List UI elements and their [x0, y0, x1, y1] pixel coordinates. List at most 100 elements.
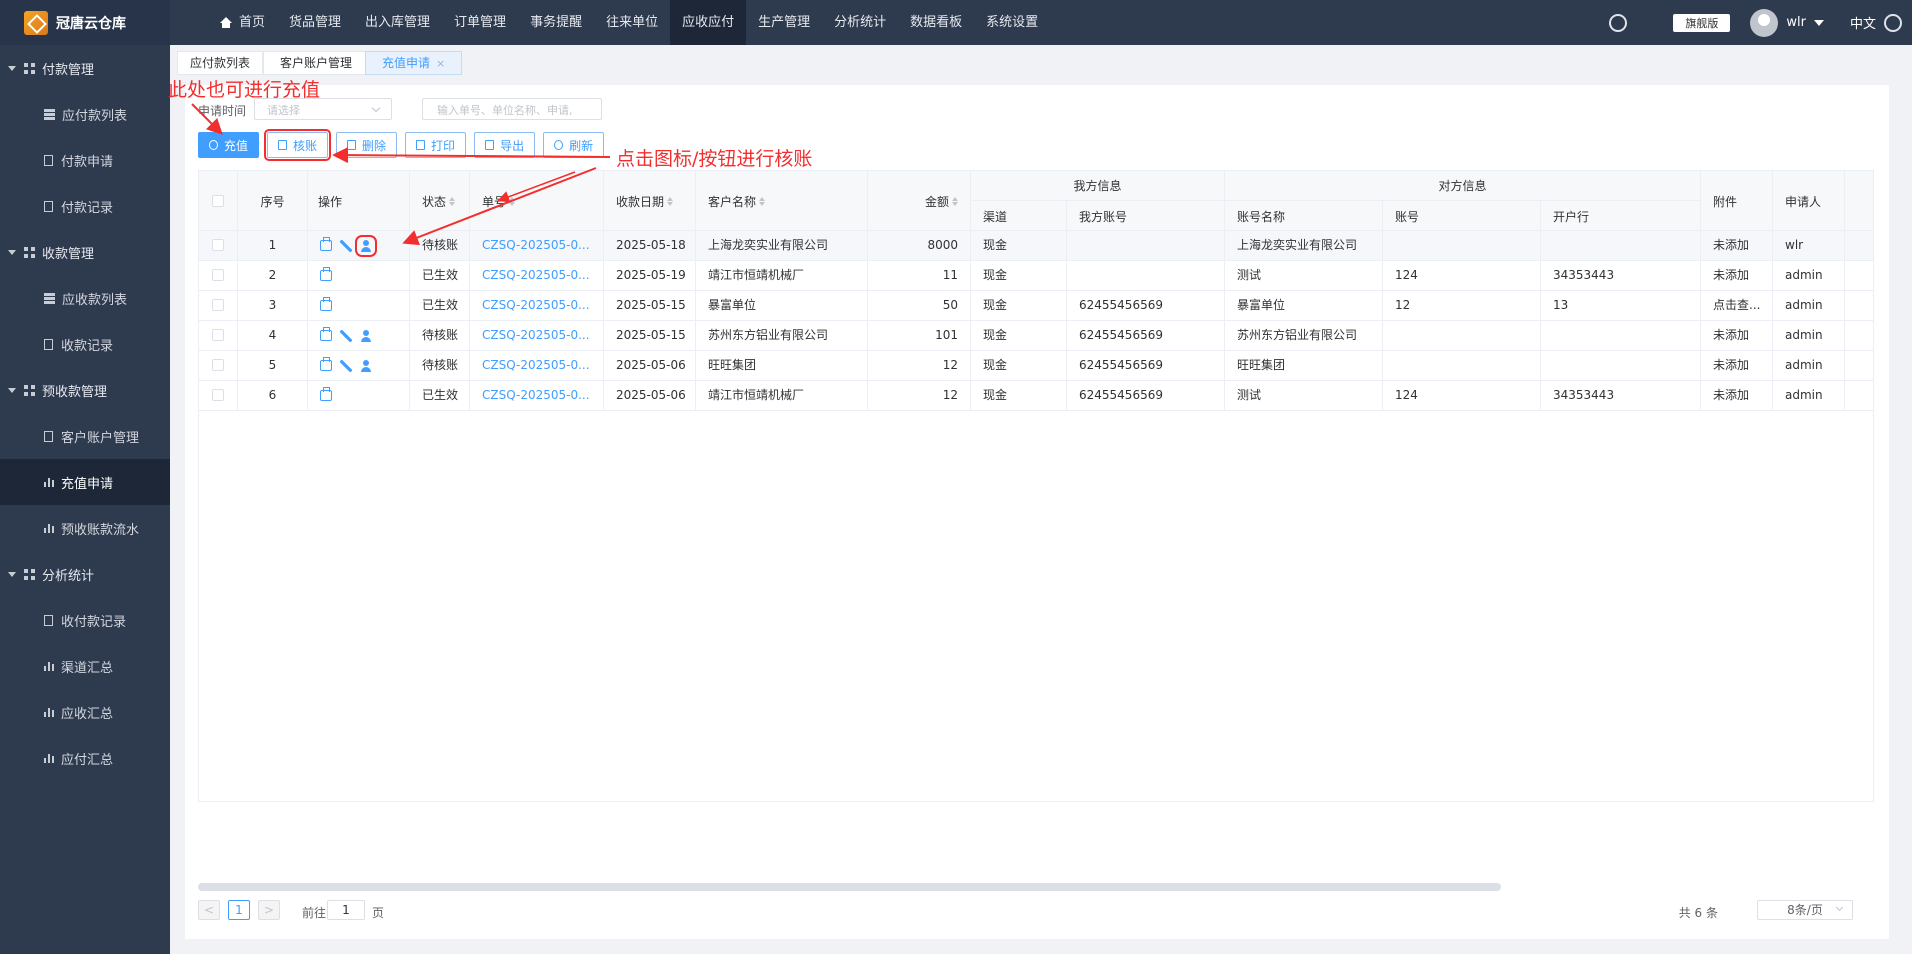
topnav-item-6[interactable]: 应收应付	[670, 0, 747, 45]
row-checkbox[interactable]	[212, 359, 224, 371]
top-right-tools: 旗舰版 wlr 中文	[1609, 0, 1912, 45]
scrollbar-thumb[interactable]	[198, 883, 1501, 891]
github-icon[interactable]	[1609, 13, 1628, 32]
cell-order-no[interactable]: CZSQ-202505-0...	[470, 321, 604, 351]
sidebar-item-0-1[interactable]: 付款申请	[0, 137, 170, 183]
topnav-item-4[interactable]: 事务提醒	[518, 0, 594, 45]
prev-page-button[interactable]: <	[198, 900, 220, 920]
sort-icon[interactable]	[759, 196, 766, 206]
sidebar-item-3-3[interactable]: 应付汇总	[0, 735, 170, 781]
tab-customer-accounts[interactable]: 客户账户管理	[263, 51, 370, 75]
table-row[interactable]: 2 已生效 CZSQ-202505-0... 2025-05-19 靖江市恒靖机械厂 11…	[199, 261, 1873, 291]
verify-button[interactable]: 核账	[264, 129, 332, 161]
select-placeholder: 请选择	[267, 104, 300, 117]
select-all-checkbox[interactable]	[212, 195, 224, 207]
goto-page-input[interactable]: 1	[327, 900, 365, 920]
sort-icon[interactable]	[952, 196, 958, 206]
cell-order-no[interactable]: CZSQ-202505-0...	[470, 261, 604, 291]
row-checkbox[interactable]	[212, 299, 224, 311]
row-checkbox[interactable]	[212, 239, 224, 251]
topnav-item-7[interactable]: 生产管理	[746, 0, 822, 45]
verify-user-icon[interactable]	[360, 359, 372, 372]
tab-payables[interactable]: 应付款列表	[177, 51, 264, 75]
verify-user-icon[interactable]	[355, 234, 377, 257]
print-icon[interactable]	[320, 327, 332, 341]
edit-icon[interactable]	[340, 329, 352, 342]
close-icon[interactable]: ×	[436, 57, 445, 70]
globe-icon[interactable]	[1884, 13, 1902, 32]
sidebar-group-0[interactable]: 付款管理	[0, 45, 170, 91]
verify-user-icon[interactable]	[360, 329, 372, 342]
page-number-1[interactable]: 1	[228, 900, 250, 920]
refresh-button[interactable]: 刷新	[543, 132, 605, 158]
sidebar-item-1-0[interactable]: 应收款列表	[0, 275, 170, 321]
brand[interactable]: 冠唐云仓库	[0, 0, 170, 45]
print-icon[interactable]	[320, 357, 332, 371]
sidebar-item-3-1[interactable]: 渠道汇总	[0, 643, 170, 689]
user-name[interactable]: wlr	[1786, 15, 1806, 30]
sidebar-group-3[interactable]: 分析统计	[0, 551, 170, 597]
header-date[interactable]: 收款日期	[604, 171, 696, 231]
print-icon[interactable]	[320, 387, 332, 401]
topnav-item-2[interactable]: 出入库管理	[353, 0, 442, 45]
language-switch[interactable]: 中文	[1850, 13, 1876, 32]
topnav-item-0[interactable]: 首页	[207, 0, 277, 45]
header-customer[interactable]: 客户名称	[696, 171, 868, 231]
cell-status: 已生效	[410, 261, 470, 291]
list-icon	[44, 108, 55, 120]
avatar[interactable]	[1750, 8, 1779, 37]
header-order-no[interactable]: 单号	[470, 171, 604, 231]
header-status[interactable]: 状态	[410, 171, 470, 231]
topnav-item-10[interactable]: 系统设置	[974, 0, 1050, 45]
sidebar-item-3-2[interactable]: 应收汇总	[0, 689, 170, 735]
table-row[interactable]: 6 已生效 CZSQ-202505-0... 2025-05-06 靖江市恒靖机械厂 12…	[199, 381, 1873, 411]
sort-icon[interactable]	[509, 196, 516, 206]
sort-icon[interactable]	[667, 196, 674, 206]
sidebar-group-1[interactable]: 收款管理	[0, 229, 170, 275]
print-icon[interactable]	[320, 297, 332, 311]
sidebar-item-label: 渠道汇总	[61, 660, 114, 676]
tab-recharge-request[interactable]: 充值申请 ×	[365, 51, 463, 75]
export-button[interactable]: 导出	[474, 132, 536, 158]
delete-button[interactable]: 删除	[336, 132, 398, 158]
sidebar-item-2-1[interactable]: 充值申请	[0, 459, 170, 505]
sidebar-item-label: 付款申请	[61, 154, 114, 170]
search-input[interactable]: 输入单号、单位名称、申请,	[422, 98, 602, 120]
topnav-item-9[interactable]: 数据看板	[898, 0, 974, 45]
print-icon[interactable]	[320, 267, 332, 281]
topnav-item-5[interactable]: 往来单位	[594, 0, 670, 45]
sidebar-item-0-0[interactable]: 应付款列表	[0, 91, 170, 137]
cell-order-no[interactable]: CZSQ-202505-0...	[470, 231, 604, 261]
topnav-item-3[interactable]: 订单管理	[442, 0, 518, 45]
edit-icon[interactable]	[340, 359, 352, 372]
sidebar-item-2-2[interactable]: 预收账款流水	[0, 505, 170, 551]
horizontal-scrollbar[interactable]	[198, 883, 1874, 891]
table-row[interactable]: 3 已生效 CZSQ-202505-0... 2025-05-15 暴富单位 50 现金 62…	[199, 291, 1873, 321]
sidebar-item-0-2[interactable]: 付款记录	[0, 183, 170, 229]
sidebar-item-3-0[interactable]: 收付款记录	[0, 597, 170, 643]
row-checkbox[interactable]	[212, 269, 224, 281]
cell-order-no[interactable]: CZSQ-202505-0...	[470, 291, 604, 321]
edit-icon[interactable]	[340, 239, 352, 252]
sidebar-item-1-1[interactable]: 收款记录	[0, 321, 170, 367]
caret-down-icon[interactable]	[1813, 19, 1824, 26]
table-row[interactable]: 5 待核账 CZSQ-202505-0... 2025-05-06 旺旺集团 12 现金 62…	[199, 351, 1873, 381]
row-checkbox[interactable]	[212, 389, 224, 401]
table-row[interactable]: 4 待核账 CZSQ-202505-0... 2025-05-15 苏州东方铝业有限公司…	[199, 321, 1873, 351]
cell-order-no[interactable]: CZSQ-202505-0...	[470, 381, 604, 411]
recharge-button[interactable]: 充值	[198, 132, 260, 158]
sort-icon[interactable]	[449, 196, 456, 206]
table-row[interactable]: 1 待核账 CZSQ-202505-0... 2025-05-18 上海龙奕实业有限公司…	[199, 231, 1873, 261]
topnav-item-1[interactable]: 货品管理	[277, 0, 353, 45]
sidebar-item-label: 客户账户管理	[61, 430, 140, 446]
row-checkbox[interactable]	[212, 329, 224, 341]
print-button[interactable]: 打印	[405, 132, 467, 158]
header-amount[interactable]: 金额	[868, 171, 971, 231]
sidebar-item-2-0[interactable]: 客户账户管理	[0, 413, 170, 459]
cell-order-no[interactable]: CZSQ-202505-0...	[470, 351, 604, 381]
page-size-select[interactable]: 8条/页	[1757, 900, 1853, 920]
sidebar-group-2[interactable]: 预收款管理	[0, 367, 170, 413]
topnav-item-8[interactable]: 分析统计	[822, 0, 898, 45]
print-icon[interactable]	[320, 237, 332, 251]
next-page-button[interactable]: >	[258, 900, 280, 920]
